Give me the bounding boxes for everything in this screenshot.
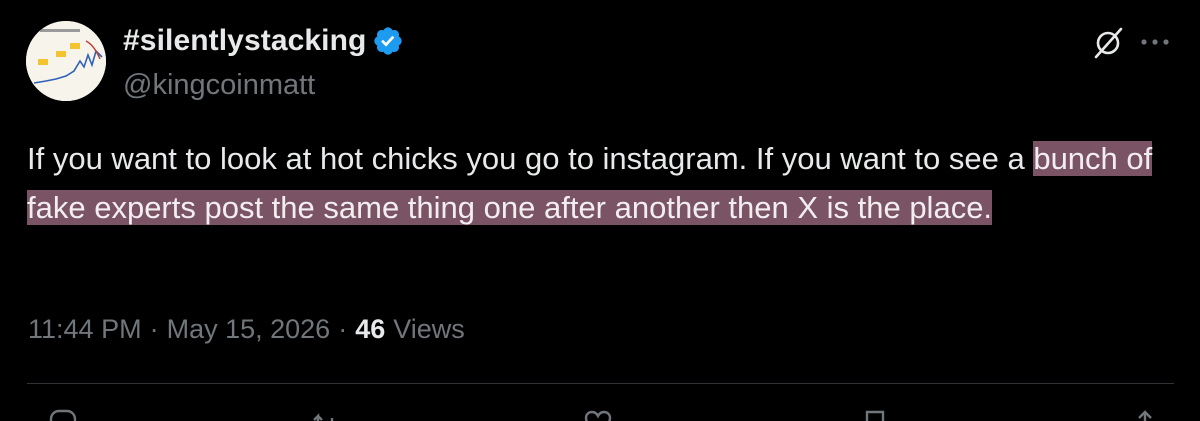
tweet-date[interactable]: May 15, 2026 bbox=[167, 314, 331, 345]
author-handle[interactable]: @kingcoinmatt bbox=[123, 69, 315, 102]
meta-separator: · bbox=[149, 314, 159, 344]
share-icon[interactable] bbox=[1130, 408, 1160, 421]
views-label: Views bbox=[393, 314, 465, 344]
reply-icon[interactable] bbox=[48, 408, 78, 421]
display-name[interactable]: #silentlystacking bbox=[123, 24, 366, 58]
author-name-row: #silentlystacking bbox=[123, 24, 404, 58]
repost-icon[interactable] bbox=[310, 408, 340, 421]
grok-icon[interactable] bbox=[1091, 26, 1125, 60]
tweet-text-plain: If you want to look at hot chicks you go… bbox=[27, 141, 1034, 176]
more-icon[interactable] bbox=[1138, 30, 1172, 54]
bitcoin-chart-avatar-icon bbox=[26, 21, 106, 101]
tweet-text: If you want to look at hot chicks you go… bbox=[27, 134, 1177, 232]
tweet-meta: 11:44 PM · May 15, 2026 · 46 Views bbox=[28, 314, 465, 345]
heart-icon[interactable] bbox=[583, 408, 613, 421]
verified-badge-icon[interactable] bbox=[372, 25, 404, 57]
avatar[interactable] bbox=[26, 21, 106, 101]
bookmark-icon[interactable] bbox=[860, 408, 890, 421]
meta-separator: · bbox=[338, 314, 348, 344]
views-count: 46 bbox=[355, 314, 386, 344]
tweet: #silentlystacking @kingcoinmatt If you w… bbox=[0, 0, 1200, 421]
divider bbox=[27, 383, 1174, 384]
tweet-time[interactable]: 11:44 PM bbox=[28, 314, 142, 345]
